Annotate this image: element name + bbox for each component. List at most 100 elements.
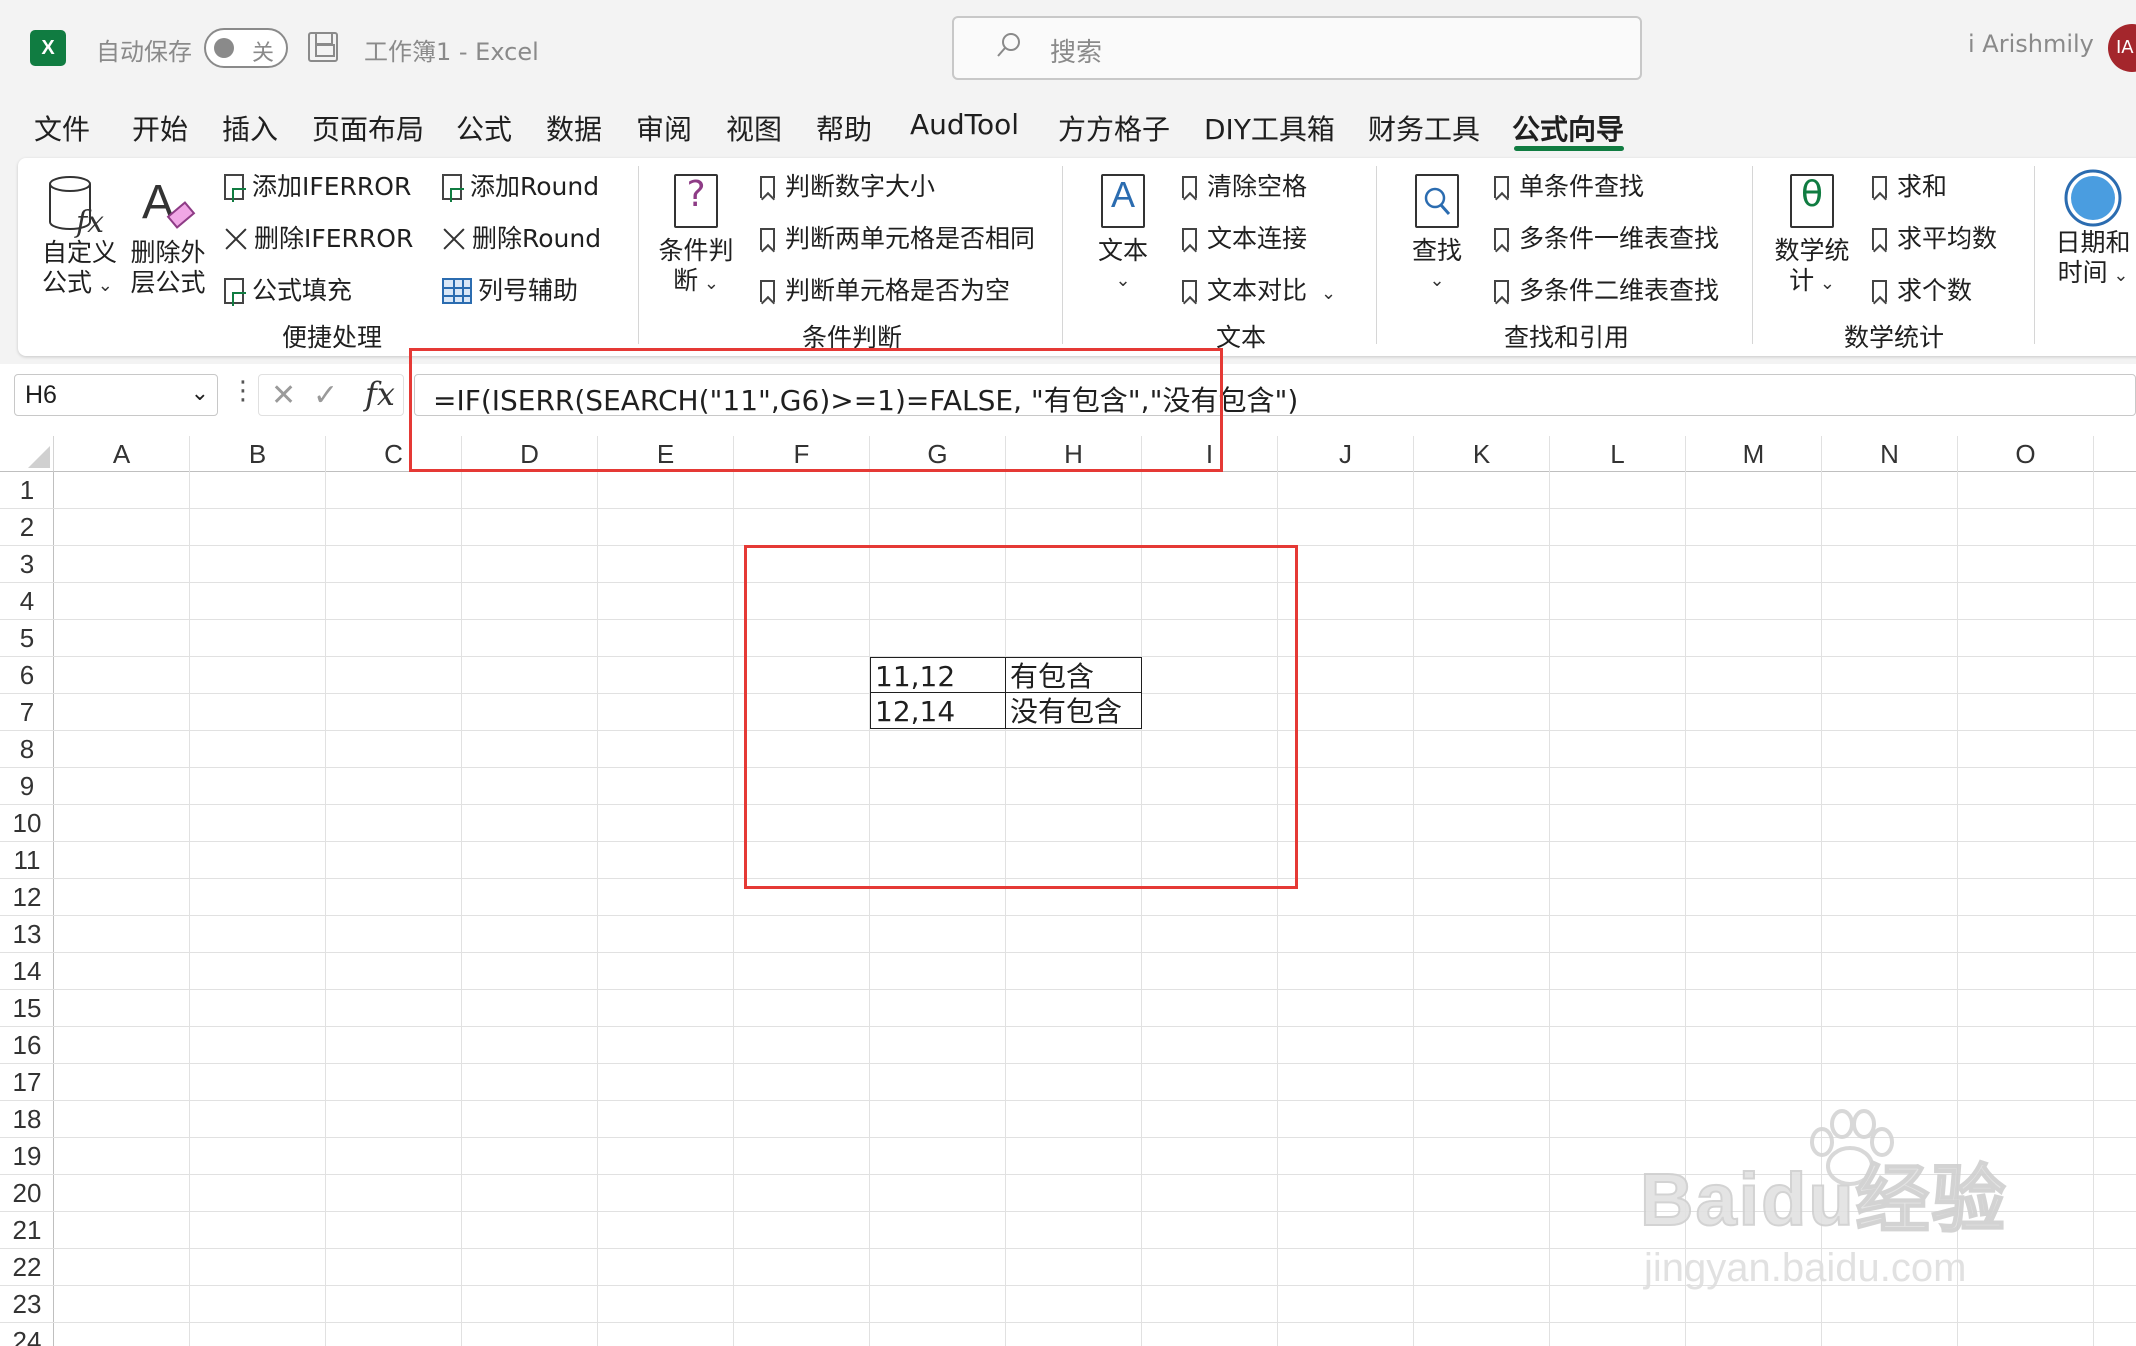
avatar[interactable]: IA xyxy=(2108,24,2136,72)
cell-g6[interactable]: 11,12 xyxy=(870,657,1007,694)
column-header[interactable]: O xyxy=(1958,436,2094,472)
row-header[interactable]: 15 xyxy=(0,990,54,1027)
row-header[interactable]: 23 xyxy=(0,1286,54,1323)
single-condition-lookup-button[interactable]: 单条件查找 xyxy=(1494,172,1644,202)
column-header[interactable]: A xyxy=(54,436,190,472)
row-header[interactable]: 22 xyxy=(0,1249,54,1286)
column-header[interactable]: B xyxy=(190,436,326,472)
text-button[interactable]: A 文本 ⌄ xyxy=(1088,174,1158,314)
chevron-down-icon: ⌄ xyxy=(2107,265,2129,286)
cell-h6[interactable]: 有包含 xyxy=(1005,657,1142,694)
column-header[interactable]: I xyxy=(1142,436,1278,472)
formula-input[interactable]: =IF(ISERR(SEARCH("11",G6)>=1)=FALSE, "有包… xyxy=(414,374,2136,417)
search-box[interactable]: 搜索 xyxy=(952,16,1642,80)
row-header[interactable]: 11 xyxy=(0,842,54,879)
row-header[interactable]: 6 xyxy=(0,657,54,694)
formula-fill-button[interactable]: 公式填充 xyxy=(224,276,352,306)
math-stats-button[interactable]: θ 数学统 计 ⌄ xyxy=(1770,174,1854,314)
row-header[interactable]: 18 xyxy=(0,1101,54,1138)
tab-data[interactable]: 数据 xyxy=(546,108,602,148)
tab-fangfang[interactable]: 方方格子 xyxy=(1058,108,1170,148)
text-compare-button[interactable]: 文本对比 ⌄ xyxy=(1182,276,1336,309)
lookup-button[interactable]: 查找 ⌄ xyxy=(1402,174,1472,314)
average-button[interactable]: 求平均数 xyxy=(1872,224,1997,254)
cell-h7[interactable]: 没有包含 xyxy=(1005,692,1142,729)
chevron-down-icon[interactable]: ⌄ xyxy=(191,381,209,406)
add-iferror-button[interactable]: 添加IFERROR xyxy=(224,172,411,202)
row-header[interactable]: 16 xyxy=(0,1027,54,1064)
remove-outer-formula-button[interactable]: A 删除外 层公式 xyxy=(130,174,206,314)
sum-button[interactable]: 求和 xyxy=(1872,172,1947,202)
judge-cell-empty-button[interactable]: 判断单元格是否为空 xyxy=(760,276,1010,306)
custom-formula-button[interactable]: fx 自定义 公式 ⌄ xyxy=(42,174,117,314)
row-header[interactable]: 9 xyxy=(0,768,54,805)
tab-home[interactable]: 开始 xyxy=(132,108,188,148)
insert-function-icon[interactable]: fx xyxy=(365,375,395,413)
row-header[interactable]: 13 xyxy=(0,916,54,953)
add-round-button[interactable]: 添加Round xyxy=(442,172,599,202)
row-header[interactable]: 7 xyxy=(0,694,54,731)
clear-spaces-button[interactable]: 清除空格 xyxy=(1182,172,1307,202)
row-header[interactable]: 8 xyxy=(0,731,54,768)
row-header[interactable]: 19 xyxy=(0,1138,54,1175)
tab-finance-tools[interactable]: 财务工具 xyxy=(1368,108,1480,148)
save-icon[interactable] xyxy=(308,32,338,62)
tab-formula-wizard[interactable]: 公式向导 xyxy=(1512,108,1624,148)
tab-page-layout[interactable]: 页面布局 xyxy=(312,108,424,148)
column-header[interactable]: G xyxy=(870,436,1006,472)
column-header[interactable]: H xyxy=(1006,436,1142,472)
remove-round-button[interactable]: 删除Round xyxy=(442,224,601,254)
tab-view[interactable]: 视图 xyxy=(726,108,782,148)
row-header[interactable]: 4 xyxy=(0,583,54,620)
column-header[interactable]: M xyxy=(1686,436,1822,472)
user-name[interactable]: i Arishmily xyxy=(1968,30,2094,58)
column-header[interactable]: E xyxy=(598,436,734,472)
column-header[interactable]: K xyxy=(1414,436,1550,472)
chevron-down-icon: ⌄ xyxy=(1814,273,1835,294)
row-header[interactable]: 20 xyxy=(0,1175,54,1212)
tab-file[interactable]: 文件 xyxy=(34,108,90,148)
cancel-icon[interactable]: ✕ xyxy=(271,378,296,413)
tab-insert[interactable]: 插入 xyxy=(222,108,278,148)
multi-condition-2d-lookup-button[interactable]: 多条件二维表查找 xyxy=(1494,276,1719,306)
row-header[interactable]: 5 xyxy=(0,620,54,657)
column-header[interactable]: L xyxy=(1550,436,1686,472)
column-header[interactable]: C xyxy=(326,436,462,472)
remove-iferror-button[interactable]: 删除IFERROR xyxy=(224,224,413,254)
autosave-toggle[interactable]: 关 xyxy=(204,28,288,68)
check-icon[interactable]: ✓ xyxy=(313,378,338,413)
tab-help[interactable]: 帮助 xyxy=(816,108,872,148)
tab-formulas[interactable]: 公式 xyxy=(456,108,512,148)
column-header[interactable]: N xyxy=(1822,436,1958,472)
tab-diy-toolbox[interactable]: DIY工具箱 xyxy=(1204,108,1335,148)
select-all-corner[interactable] xyxy=(0,436,54,472)
svg-text:A: A xyxy=(142,176,174,229)
judge-number-size-button[interactable]: 判断数字大小 xyxy=(760,172,935,202)
more-options-icon[interactable]: ⋮ xyxy=(230,376,256,406)
tab-review[interactable]: 审阅 xyxy=(636,108,692,148)
row-header[interactable]: 12 xyxy=(0,879,54,916)
tab-audtool[interactable]: AudTool xyxy=(910,108,1019,141)
column-header[interactable]: F xyxy=(734,436,870,472)
row-header[interactable]: 10 xyxy=(0,805,54,842)
row-header[interactable]: 14 xyxy=(0,953,54,990)
row-header[interactable]: 17 xyxy=(0,1064,54,1101)
row-header[interactable]: 21 xyxy=(0,1212,54,1249)
column-header[interactable]: D xyxy=(462,436,598,472)
condition-button[interactable]: ? 条件判 断 ⌄ xyxy=(656,174,736,314)
row-header[interactable]: 1 xyxy=(0,472,54,509)
row-header[interactable]: 24 xyxy=(0,1323,54,1346)
count-button[interactable]: 求个数 xyxy=(1872,276,1972,306)
row-header[interactable]: 2 xyxy=(0,509,54,546)
name-box[interactable]: H6 ⌄ xyxy=(14,374,218,416)
cell-g7[interactable]: 12,14 xyxy=(870,692,1007,729)
column-helper-button[interactable]: 列号辅助 xyxy=(442,276,578,306)
datetime-button[interactable]: 日期和 时间 ⌄ xyxy=(2048,168,2136,308)
math-stats-label-2: 计 xyxy=(1789,266,1815,295)
text-concat-button[interactable]: 文本连接 xyxy=(1182,224,1307,254)
column-header[interactable]: J xyxy=(1278,436,1414,472)
multi-condition-1d-lookup-button[interactable]: 多条件一维表查找 xyxy=(1494,224,1719,254)
bookmark-icon xyxy=(1182,176,1197,198)
judge-cells-equal-button[interactable]: 判断两单元格是否相同 xyxy=(760,224,1035,254)
row-header[interactable]: 3 xyxy=(0,546,54,583)
